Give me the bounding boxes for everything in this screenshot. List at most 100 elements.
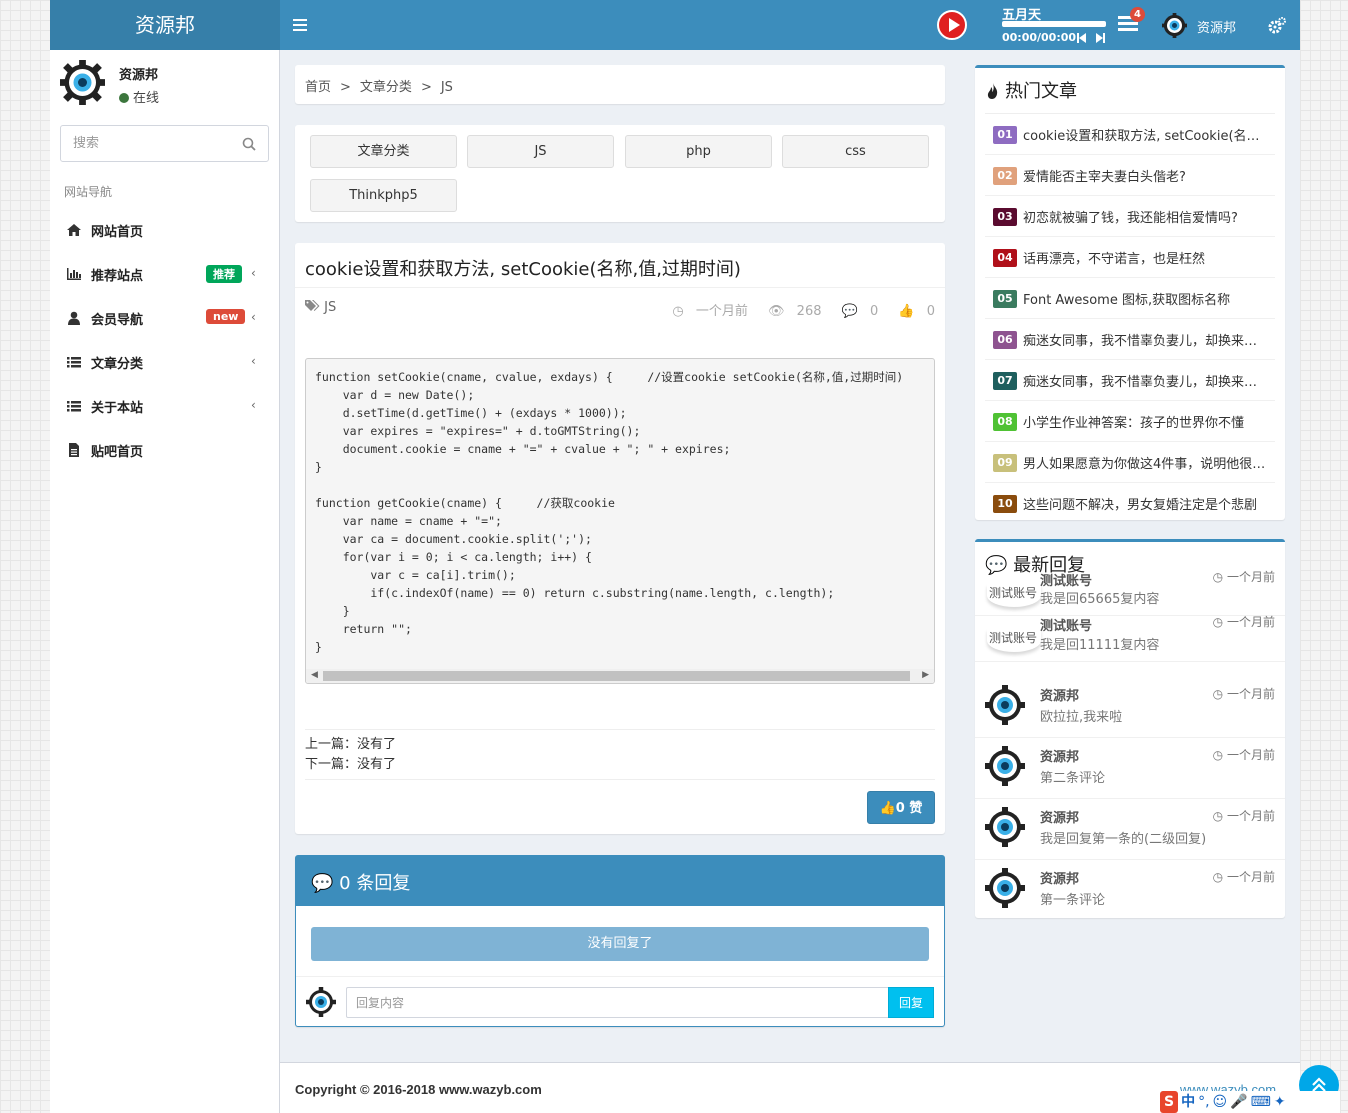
reply-item[interactable]: 资源邦 第一条评论 ◷ 一个月前 (975, 860, 1285, 918)
category-button[interactable]: php (625, 135, 772, 168)
sidebar-item-categories[interactable]: 文章分类 ‹ (50, 340, 279, 384)
search-icon[interactable] (242, 137, 256, 151)
sidebar-item-forum[interactable]: 贴吧首页 (50, 428, 279, 472)
header-username[interactable]: 资源邦 (1197, 17, 1236, 36)
clock-icon: ◷ (1212, 748, 1224, 762)
sidebar-item-recommended[interactable]: 推荐站点 推荐 ‹ (50, 252, 279, 296)
views-info: 👁 268 (768, 304, 822, 319)
chevron-left-icon: ‹ (251, 266, 256, 280)
breadcrumb-home[interactable]: 首页 (305, 80, 331, 95)
emoji-icon[interactable]: ☺ (1213, 1091, 1228, 1113)
time-info: ◷ 一个月前 (672, 304, 748, 319)
hot-article-item[interactable]: 02 爱情能否主宰夫妻白头偕老? (985, 154, 1275, 195)
next-track-icon[interactable] (1096, 33, 1105, 46)
reply-avatar (985, 685, 1025, 725)
scroll-right-icon[interactable]: ▶ (922, 670, 929, 680)
reply-item[interactable]: 资源邦 我是回复第一条的(二级回复) ◷ 一个月前 (975, 799, 1285, 860)
code-block[interactable]: function setCookie(cname, cvalue, exdays… (305, 358, 935, 684)
category-button[interactable]: JS (467, 135, 614, 168)
sidebar-item-members[interactable]: 会员导航 new ‹ (50, 296, 279, 340)
prev-next-links: 上一篇：没有了 下一篇：没有了 (305, 735, 396, 775)
sidebar-toggle-icon[interactable] (293, 16, 307, 34)
reply-item[interactable]: 资源邦 第二条评论 ◷ 一个月前 (975, 738, 1285, 799)
category-button[interactable]: Thinkphp5 (310, 179, 457, 212)
hot-article-item[interactable]: 10 这些问题不解决，男女复婚注定是个悲剧 (985, 482, 1275, 523)
home-icon (67, 224, 81, 236)
chevron-left-icon: ‹ (251, 354, 256, 368)
new-badge: new (206, 309, 246, 324)
article-tag[interactable]: JS (305, 300, 336, 315)
list-icon (67, 357, 81, 368)
divider (305, 729, 935, 730)
recommend-badge: 推荐 (206, 265, 242, 283)
reply-item[interactable]: 测试账号 测试账号 我是回65665复内容 ◷ 一个月前 (975, 570, 1285, 616)
likes-info: 👍 0 (898, 304, 935, 319)
comment-avatar (306, 987, 336, 1017)
punctuation-icon[interactable]: °, (1198, 1091, 1209, 1113)
hot-article-item[interactable]: 04 话再漂亮，不守诺言，也是枉然 (985, 236, 1275, 277)
scroll-thumb[interactable] (323, 671, 910, 681)
category-panel: 文章分类 JS php css Thinkphp5 (295, 125, 945, 222)
scroll-left-icon[interactable]: ◀ (311, 670, 318, 680)
reply-item[interactable]: 测试账号 测试账号 我是回11111复内容 ◷ 一个月前 (975, 615, 1285, 662)
gears-icon[interactable] (1268, 17, 1286, 35)
category-button[interactable]: 文章分类 (310, 135, 457, 168)
ime-language-label[interactable]: 中 (1181, 1091, 1195, 1113)
play-button[interactable] (937, 10, 967, 40)
article-title: cookie设置和获取方法, setCookie(名称,值,过期时间) (305, 259, 741, 280)
breadcrumb: 首页 > 文章分类 > JS (295, 65, 945, 104)
broken-avatar-image: 测试账号 (987, 629, 1042, 652)
category-button[interactable]: css (782, 135, 929, 168)
sogou-logo-icon: S (1160, 1091, 1179, 1113)
search-input[interactable] (61, 126, 231, 161)
reply-input[interactable] (346, 987, 889, 1018)
divider (296, 976, 944, 977)
prev-article-link[interactable]: 上一篇：没有了 (305, 735, 396, 755)
ime-toolbar[interactable]: S 中 °, ☺ 🎤 ⌨ ✦ (1160, 1091, 1340, 1113)
sidebar-item-about[interactable]: 关于本站 ‹ (50, 384, 279, 428)
breadcrumb-category[interactable]: 文章分类 (360, 80, 412, 95)
keyboard-icon[interactable]: ⌨ (1251, 1091, 1271, 1113)
hot-article-item[interactable]: 06 痴迷女同事，我不惜辜负妻儿，却换来一场空 (985, 318, 1275, 359)
site-logo[interactable]: 资源邦 (50, 0, 280, 50)
user-avatar[interactable] (1162, 13, 1187, 38)
comment-icon: 💬 (841, 304, 858, 319)
online-status: 在线 (119, 87, 159, 106)
top-header: 资源邦 五月天 00:00/00:00 4 资源邦 (50, 0, 1300, 50)
left-sidebar: 资源邦 在线 网站导航 网站首页 推荐站点 推荐 ‹ 会员导航 new ‹ 文章… (50, 50, 280, 1113)
microphone-icon[interactable]: 🎤 (1230, 1091, 1247, 1113)
sidebar-item-home[interactable]: 网站首页 (50, 208, 279, 252)
song-progress-bar[interactable] (1002, 21, 1106, 27)
hot-article-item[interactable]: 05 Font Awesome 图标,获取图标名称 (985, 277, 1275, 318)
next-article-link[interactable]: 下一篇：没有了 (305, 755, 396, 775)
breadcrumb-current: JS (440, 80, 453, 95)
tags-icon (305, 300, 320, 311)
hot-article-item[interactable]: 07 痴迷女同事，我不惜辜负妻儿，却换来一场空 (985, 359, 1275, 400)
hot-article-item[interactable]: 08 小学生作业神答案：孩子的世界你不懂 (985, 400, 1275, 441)
song-time: 00:00/00:00 (1002, 31, 1077, 44)
article-meta: ◷ 一个月前 👁 268 💬 0 👍 0 (656, 300, 935, 319)
clock-icon: ◷ (1212, 615, 1224, 629)
hot-article-item[interactable]: 01cookie设置和获取方法, setCookie(名称,值,过期时间) (985, 113, 1275, 154)
hot-articles-title: 热门文章 (985, 77, 1077, 103)
comments-header: 💬 0 条回复 (296, 856, 944, 906)
clock-icon: ◷ (1212, 870, 1224, 884)
like-button[interactable]: 👍0 赞 (867, 791, 935, 824)
no-reply-button[interactable]: 没有回复了 (311, 927, 929, 961)
reply-item[interactable]: 资源邦 欧拉拉,我来啦 ◷ 一个月前 (975, 677, 1285, 738)
latest-replies-panel: 💬 最新回复 测试账号 测试账号 我是回65665复内容 ◷ 一个月前 测试账号… (975, 539, 1285, 918)
reply-avatar (985, 746, 1025, 786)
comments-icon: 💬 (311, 873, 334, 894)
hot-article-item[interactable]: 09 男人如果愿意为你做这4件事，说明他很爱你 (985, 441, 1275, 482)
eye-icon: 👁 (768, 304, 785, 319)
article-panel: cookie设置和获取方法, setCookie(名称,值,过期时间) JS ◷… (295, 243, 945, 834)
thumbs-up-icon: 👍 (898, 304, 915, 319)
skin-icon[interactable]: ✦ (1274, 1091, 1286, 1113)
sidebar-username: 资源邦 (119, 68, 159, 83)
reply-submit-button[interactable]: 回复 (888, 987, 934, 1018)
code-scrollbar[interactable]: ◀ ▶ (306, 669, 934, 683)
hot-article-item[interactable]: 03 初恋就被骗了钱，我还能相信爱情吗? (985, 195, 1275, 236)
broken-avatar-image: 测试账号 (987, 584, 1042, 607)
prev-track-icon[interactable] (1077, 33, 1086, 46)
user-icon (68, 311, 80, 325)
